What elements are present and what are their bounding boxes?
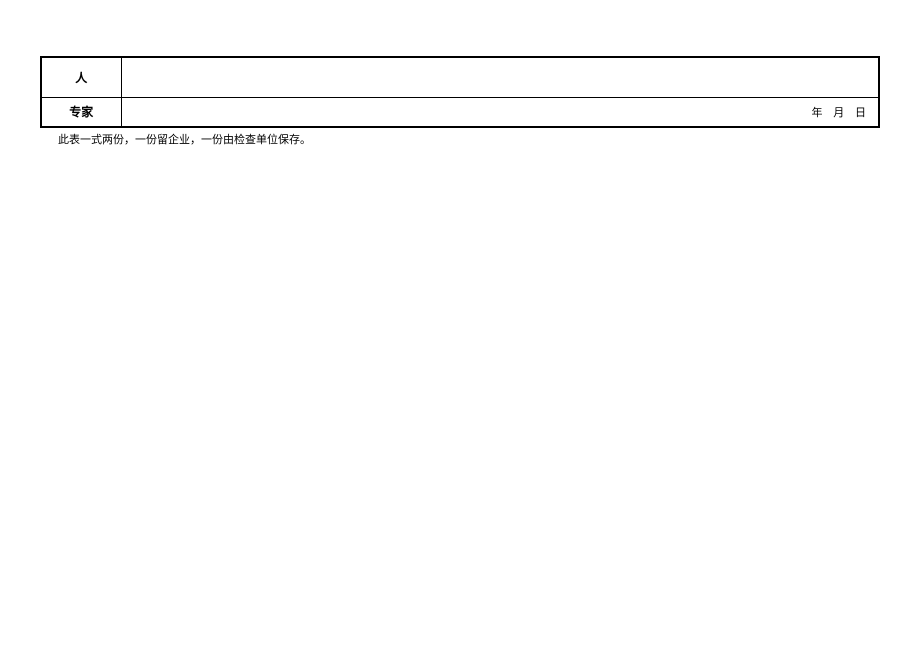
table-row: 专家 年 月 日 [41, 97, 879, 127]
form-table: 人 专家 年 月 日 [40, 56, 880, 128]
row-label-person: 人 [41, 57, 121, 97]
row-value-expert: 年 月 日 [121, 97, 879, 127]
footer-note: 此表一式两份，一份留企业，一份由检查单位保存。 [40, 132, 880, 150]
document-content: 人 专家 年 月 日 此表一式两份，一份留企业，一份由检查单位保存。 [40, 56, 880, 150]
row-label-expert: 专家 [41, 97, 121, 127]
date-placeholder: 年 月 日 [812, 104, 871, 120]
row-value-person [121, 57, 879, 97]
table-row: 人 [41, 57, 879, 97]
